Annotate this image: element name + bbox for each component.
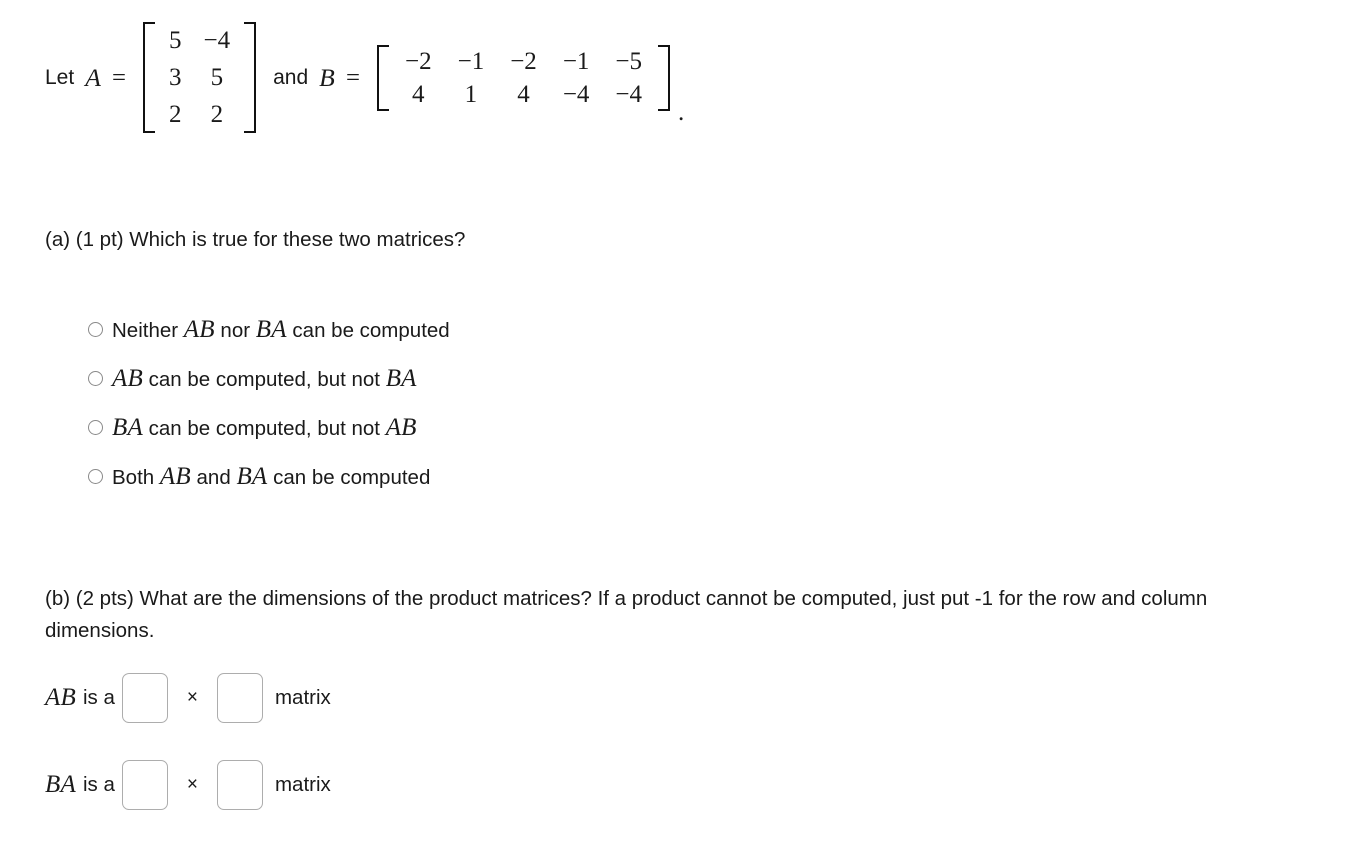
matrix-a-left-bracket bbox=[143, 22, 156, 133]
option-label-ab-only: AB can be computed, but not BA bbox=[112, 364, 417, 392]
part-a-options-group: Neither AB nor BA can be computed AB can… bbox=[88, 305, 450, 501]
matrix-a-cell-r0-c1: −4 bbox=[203, 27, 231, 54]
option-label-ba-only: BA can be computed, but not AB bbox=[112, 413, 417, 441]
matrix-b-cell-r1-c4: −4 bbox=[615, 80, 643, 108]
matrix-a-cell-r1-c0: 3 bbox=[169, 64, 182, 91]
ab-rows-input[interactable] bbox=[121, 673, 168, 723]
equals-sign-b: = bbox=[346, 63, 360, 91]
matrix-b-cell-r1-c3: −4 bbox=[562, 80, 590, 108]
matrix-b-cell-r1-c2: 4 bbox=[517, 80, 530, 108]
matrix-a-cell-r2-c0: 2 bbox=[169, 101, 182, 128]
let-label: Let bbox=[45, 65, 75, 89]
radio-button-ba-only[interactable] bbox=[88, 420, 103, 435]
option-row-ba-only[interactable]: BA can be computed, but not AB bbox=[88, 403, 450, 452]
matrix-a-symbol: A bbox=[85, 62, 102, 92]
answer-row-ab: AB is a × matrix bbox=[45, 673, 331, 723]
option-row-both[interactable]: Both AB and BA can be computed bbox=[88, 452, 450, 501]
matrix-b-left-bracket bbox=[376, 44, 389, 111]
matrix-b-display: −2 −1 −2 −1 −5 4 1 4 −4 −4 bbox=[376, 44, 671, 111]
ab-cols-input[interactable] bbox=[216, 673, 263, 723]
matrix-b-right-bracket bbox=[658, 44, 671, 111]
ba-rows-input[interactable] bbox=[121, 760, 168, 810]
product-label-ba: BA bbox=[45, 771, 76, 798]
matrix-b-symbol: B bbox=[319, 62, 336, 92]
ba-cols-input[interactable] bbox=[216, 760, 263, 810]
matrix-a-cell-r2-c1: 2 bbox=[210, 101, 224, 128]
matrix-b-cell-r0-c2: −2 bbox=[510, 47, 537, 75]
radio-button-neither[interactable] bbox=[88, 322, 103, 337]
option-row-neither[interactable]: Neither AB nor BA can be computed bbox=[88, 305, 450, 354]
statement-period: . bbox=[678, 99, 685, 126]
matrix-a-cell-r1-c1: 5 bbox=[210, 64, 224, 91]
radio-button-ab-only[interactable] bbox=[88, 371, 103, 386]
matrix-word-ab: matrix bbox=[274, 686, 331, 709]
matrix-b-cell-r0-c1: −1 bbox=[457, 47, 485, 75]
matrix-b-cell-r0-c4: −5 bbox=[615, 47, 643, 75]
matrix-b-cell-r1-c0: 4 bbox=[412, 80, 425, 108]
matrix-a-right-bracket bbox=[244, 22, 257, 133]
is-a-label-ab: is a bbox=[82, 686, 115, 709]
matrix-definition-statement: Let A = 5 −4 3 5 2 2 and B = −2 −1 −2 −1 −5 4 1 4 −4−… bbox=[45, 22, 684, 133]
is-a-label-ba: is a bbox=[82, 773, 115, 796]
option-label-neither: Neither AB nor BA can be computed bbox=[112, 315, 450, 343]
radio-button-both[interactable] bbox=[88, 469, 103, 484]
part-b-prompt: (b) (2 pts) What are the dimensions of t… bbox=[45, 587, 1208, 642]
matrix-a-display: 5 −4 3 5 2 2 bbox=[143, 22, 257, 133]
matrix-word-ba: matrix bbox=[274, 773, 331, 796]
option-label-both: Both AB and BA can be computed bbox=[112, 462, 431, 490]
and-label: and bbox=[273, 65, 309, 89]
option-row-ab-only[interactable]: AB can be computed, but not BA bbox=[88, 354, 450, 403]
equals-sign-a: = bbox=[112, 63, 127, 91]
matrix-a-grid: 5 −4 3 5 2 2 bbox=[158, 22, 241, 133]
answer-row-ba: BA is a × matrix bbox=[45, 760, 331, 810]
matrix-b-cell-r0-c0: −2 bbox=[404, 47, 432, 75]
matrix-b-grid: −2 −1 −2 −1 −5 4 1 4 −4 −4 bbox=[392, 45, 655, 111]
matrix-b-cell-r0-c3: −1 bbox=[562, 47, 590, 75]
matrix-a-cell-r0-c0: 5 bbox=[169, 27, 182, 54]
part-a-prompt: (a) (1 pt) Which is true for these two m… bbox=[45, 228, 466, 251]
matrix-b-cell-r1-c1: 1 bbox=[464, 80, 478, 108]
times-icon-ba: × bbox=[186, 774, 198, 795]
product-label-ab: AB bbox=[45, 684, 76, 711]
times-icon-ab: × bbox=[186, 687, 198, 708]
